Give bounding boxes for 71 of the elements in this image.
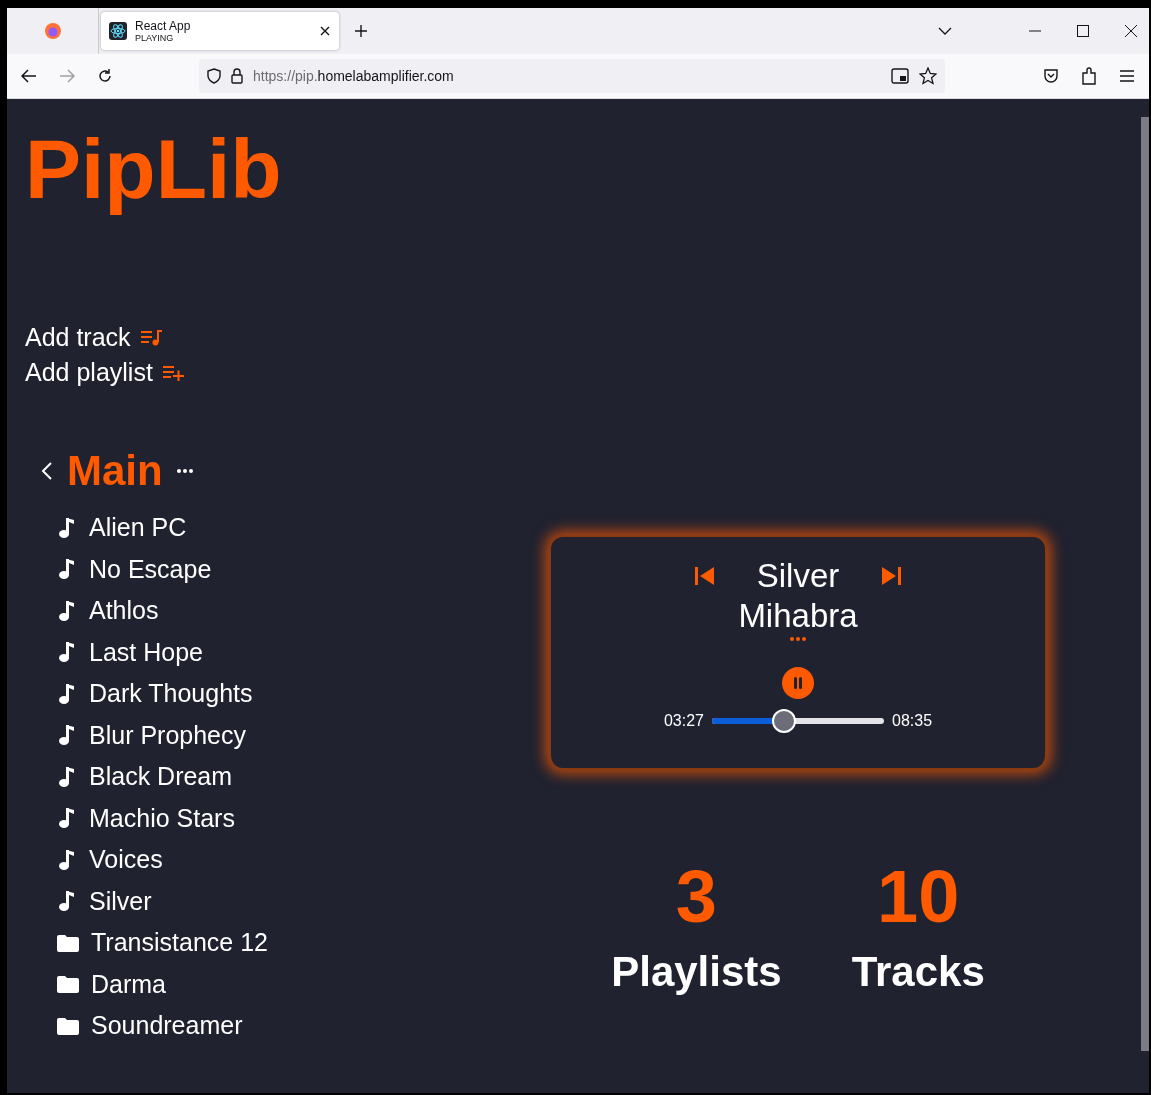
plus-icon [354,24,368,38]
reload-icon [97,68,113,84]
music-note-icon [57,558,77,581]
close-icon[interactable] [319,25,331,37]
atom-icon [109,22,127,40]
address-bar[interactable]: https://pip.homelabamplifier.com [199,59,945,93]
playlist-item[interactable]: Darma [57,963,166,1005]
shield-icon[interactable] [207,68,221,84]
playlist-item[interactable]: Transistance 12 [57,922,268,964]
stat-value: 10 [877,860,960,934]
stat-label: Playlists [611,948,782,996]
artist-name: Mihabra [738,597,858,635]
lock-icon[interactable] [231,68,243,84]
playlist-music-icon [140,329,163,346]
music-note-icon [57,516,77,539]
playlist-title: Main [67,447,163,495]
more-icon [175,469,194,473]
skip-next-icon [881,567,902,585]
track-item[interactable]: Black Dream [57,756,233,798]
music-note-icon [57,848,77,871]
minimize-icon [1029,30,1041,32]
url-text: https://pip.homelabamplifier.com [253,68,455,84]
folder-icon [57,1016,79,1035]
chevron-down-icon [938,27,952,35]
playlist-add-icon [162,364,185,381]
elapsed-time: 03:27 [663,712,704,730]
browser-tab[interactable]: React App PLAYING [101,12,339,50]
progress-slider[interactable] [712,709,884,733]
stat-value: 3 [675,860,717,934]
music-note-icon [57,807,77,830]
pause-icon [792,676,804,690]
track-item[interactable]: Voices [57,839,163,881]
music-note-icon [57,765,77,788]
music-note-icon [57,682,77,705]
track-item[interactable]: Alien PC [57,507,187,549]
stat-label: Tracks [851,948,985,996]
picture-in-picture-icon[interactable] [891,68,909,84]
skip-previous-icon [694,567,715,585]
tab-status: PLAYING [135,33,175,43]
music-note-icon [57,641,77,664]
tab-title: React App [135,19,192,33]
pocket-icon [1043,68,1059,84]
browser-logo-icon[interactable] [43,22,62,40]
music-note-icon [57,890,77,913]
puzzle-icon [1081,67,1097,85]
add-button[interactable]: Add track [25,323,163,352]
track-item[interactable]: Athlos [57,590,159,632]
music-note-icon [57,724,77,747]
chevron-left-icon [41,461,53,481]
track-item[interactable]: No Escape [57,548,212,590]
close-icon [1125,25,1137,37]
track-item[interactable]: Blur Prophecy [57,714,247,756]
maximize-icon [1077,25,1089,37]
track-item[interactable]: Silver [57,880,152,922]
add-button[interactable]: Add playlist [25,358,185,387]
menu-icon [1120,70,1134,82]
more-icon [789,637,807,641]
track-item[interactable]: Last Hope [57,631,203,673]
arrow-right-icon [59,69,75,83]
pause-button[interactable] [782,667,814,699]
folder-icon [57,933,79,952]
track-item[interactable]: Dark Thoughts [57,673,253,715]
track-item[interactable]: Machio Stars [57,797,235,839]
star-icon[interactable] [919,67,937,85]
slider-thumb[interactable] [771,709,796,733]
track-title: Silver [756,557,840,595]
music-note-icon [57,599,77,622]
folder-icon [57,975,79,994]
arrow-left-icon [21,69,37,83]
playlist-item[interactable]: Soundreamer [57,1005,243,1047]
duration-time: 08:35 [892,712,933,730]
